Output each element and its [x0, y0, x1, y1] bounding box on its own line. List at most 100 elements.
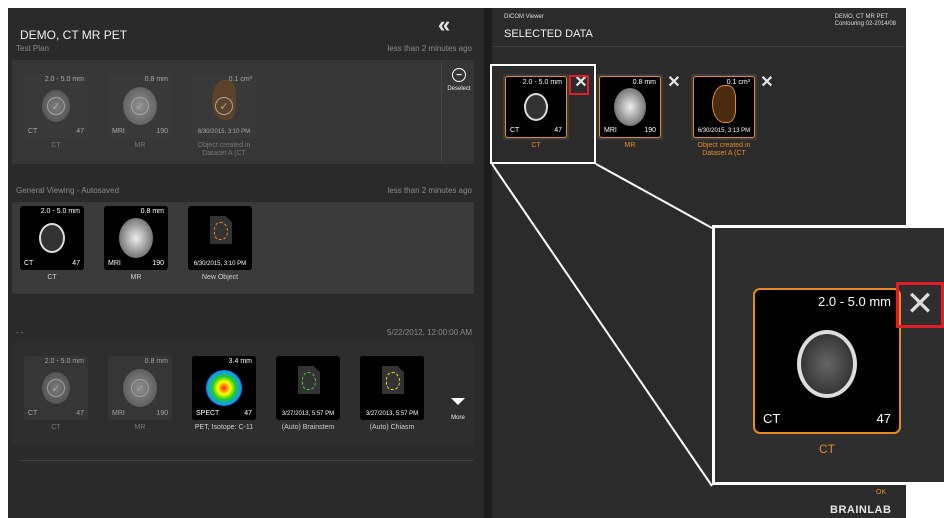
thumb-date: 6/30/2015, 3:10 PM — [193, 261, 247, 267]
pane-title: SELECTED DATA — [504, 28, 593, 40]
check-icon: ✓ — [131, 97, 149, 115]
thumb-modality: MRI — [604, 127, 617, 134]
thumb-count: 47 — [876, 411, 891, 426]
thumb-chiasm[interactable]: 3/27/2013, 5:57 PM — [360, 356, 424, 420]
general-viewing-panel: 2.0 - 5.0 mm CT 47 CT 0.8 mm MRI 190 MR … — [12, 202, 474, 294]
contour-shape — [386, 372, 400, 390]
app-name: DICOM Viewer — [504, 14, 544, 20]
caption-ct: CT — [51, 424, 61, 431]
ok-button[interactable]: OK — [876, 489, 886, 496]
contour-shape — [302, 372, 316, 390]
thumb-volume: 0.1 cm³ — [228, 76, 252, 83]
caption-object: Object created in Dataset A (CT — [697, 142, 751, 157]
deselect-label: Deselect — [447, 86, 471, 92]
thumb-slice: 0.8 mm — [632, 79, 656, 86]
thumb-slice: 0.8 mm — [140, 208, 164, 215]
more-label: More — [451, 415, 465, 421]
patient-name: DEMO, CT MR PET — [834, 14, 889, 20]
thumb-pet[interactable]: 3.4 mm SPECT 47 — [192, 356, 256, 420]
thumb-slice: 2.0 - 5.0 mm — [40, 208, 80, 215]
pet-image — [206, 370, 242, 406]
thumb-mr: 0.8 mm MRI 190 — [599, 76, 661, 138]
thumb-count: 47 — [72, 260, 80, 267]
section-time: less than 2 minutes ago — [387, 44, 473, 53]
thumb-mr[interactable]: 0.8 mm MRI 190 — [104, 206, 168, 270]
patient-data-pane: DEMO, CT MR PET « Test Plan less than 2 … — [8, 8, 484, 518]
remove-mr-close-icon[interactable]: ✕ — [666, 75, 682, 91]
thumb-modality: CT — [28, 128, 38, 135]
more-arrow-icon — [451, 398, 465, 405]
section-name: General Viewing - Autosaved — [16, 186, 120, 195]
thumb-object[interactable]: ✓ 0.1 cm³ 6/30/2015, 3:10 PM — [192, 74, 256, 138]
selected-card-mr[interactable]: 0.8 mm MRI 190 — [597, 74, 663, 140]
section-header-test-plan[interactable]: Test Plan less than 2 minutes ago — [8, 42, 484, 56]
thumb-brainstem[interactable]: 3/27/2013, 5:57 PM — [276, 356, 340, 420]
thumb-count: 190 — [156, 410, 168, 417]
highlight-frame — [490, 64, 596, 164]
mr-image — [614, 88, 646, 126]
thumb-count: 47 — [244, 410, 252, 417]
caption-pet: PET, Isotope: C-11 — [194, 424, 254, 431]
zoom-callout: 2.0 - 5.0 mm CT 47 ✕ CT — [712, 225, 944, 485]
thumb-slice: 3.4 mm — [228, 358, 252, 365]
check-icon: ✓ — [47, 97, 65, 115]
caption-mr: MR — [624, 142, 636, 149]
thumb-slice: 2.0 - 5.0 mm — [44, 358, 84, 365]
thumb-mr[interactable]: ✓ 0.8 mm MRI 190 — [108, 356, 172, 420]
thumb-volume: 0.1 cm³ — [726, 79, 750, 86]
header-divider — [492, 46, 906, 47]
caption-mr: MR — [134, 142, 146, 149]
thumb-modality: CT — [28, 410, 38, 417]
check-icon: ✓ — [131, 379, 149, 397]
thumb-modality: MRI — [108, 260, 121, 267]
zoom-close-icon[interactable]: ✕ — [896, 282, 944, 328]
ct-image — [39, 223, 65, 253]
thumb-date: 6/30/2015, 3:10 PM — [197, 129, 251, 135]
section-name: - - — [16, 328, 24, 337]
remove-object-close-icon[interactable]: ✕ — [759, 75, 775, 91]
thumb-mr[interactable]: ✓ 0.8 mm MRI 190 — [108, 74, 172, 138]
thumb-count: 190 — [156, 128, 168, 135]
deselect-button[interactable]: − Deselect — [441, 62, 475, 162]
zoom-thumb-ct: 2.0 - 5.0 mm CT 47 — [753, 288, 901, 434]
thumb-object: 0.1 cm³ 6/30/2015, 3:13 PM — [693, 76, 755, 138]
check-icon: ✓ — [215, 97, 233, 115]
thumb-modality: SPECT — [196, 410, 220, 417]
thumb-ct[interactable]: 2.0 - 5.0 mm CT 47 — [20, 206, 84, 270]
ct-image — [797, 329, 857, 398]
caption-mr: MR — [130, 274, 142, 281]
deselect-icon: − — [452, 68, 466, 82]
patient-info: DEMO, CT MR PET Contouring 02-2014/08 — [835, 14, 896, 28]
mr-image — [119, 218, 153, 258]
thumb-ct[interactable]: ✓ 2.0 - 5.0 mm CT 47 — [24, 356, 88, 420]
thumb-count: 47 — [76, 128, 84, 135]
caption-brainstem: (Auto) Brainstem — [281, 424, 335, 431]
section-header-general[interactable]: General Viewing - Autosaved less than 2 … — [8, 184, 484, 198]
thumb-slice: 0.8 mm — [144, 76, 168, 83]
selected-card-object[interactable]: 0.1 cm³ 6/30/2015, 3:13 PM — [691, 74, 757, 140]
caption-chiasm: (Auto) Chiasm — [369, 424, 415, 431]
thumb-object[interactable]: 6/30/2015, 3:10 PM — [188, 206, 252, 270]
thumb-date: 3/27/2013, 5:57 PM — [281, 411, 335, 417]
more-button[interactable]: More — [444, 398, 472, 421]
contour-shape — [214, 222, 228, 240]
patient-title: DEMO, CT MR PET — [20, 28, 128, 42]
object-shape — [712, 85, 736, 123]
divider — [20, 460, 474, 461]
caption-object: Object created in Dataset A (CT — [197, 142, 251, 157]
plan-name: Contouring 02-2014/08 — [834, 21, 896, 27]
thumb-slice: 2.0 - 5.0 mm — [818, 294, 891, 309]
collapse-icon[interactable]: « — [438, 12, 450, 38]
thumb-date: 6/30/2015, 3:13 PM — [697, 128, 751, 134]
thumb-date: 3/27/2013, 5:57 PM — [365, 411, 419, 417]
caption-ct: CT — [47, 274, 57, 281]
caption-object: New Object — [201, 274, 239, 281]
thumb-slice: 2.0 - 5.0 mm — [44, 76, 84, 83]
thumb-slice: 0.8 mm — [144, 358, 168, 365]
thumb-ct[interactable]: ✓ 2.0 - 5.0 mm CT 47 — [24, 74, 88, 138]
test-plan-panel: ✓ 2.0 - 5.0 mm CT 47 CT ✓ 0.8 mm MRI 190… — [12, 60, 474, 164]
section-time: 5/22/2012, 12:00:00 AM — [387, 328, 472, 337]
section-name: Test Plan — [16, 44, 49, 53]
check-icon: ✓ — [47, 379, 65, 397]
section-header-other[interactable]: - - 5/22/2012, 12:00:00 AM — [8, 326, 484, 340]
